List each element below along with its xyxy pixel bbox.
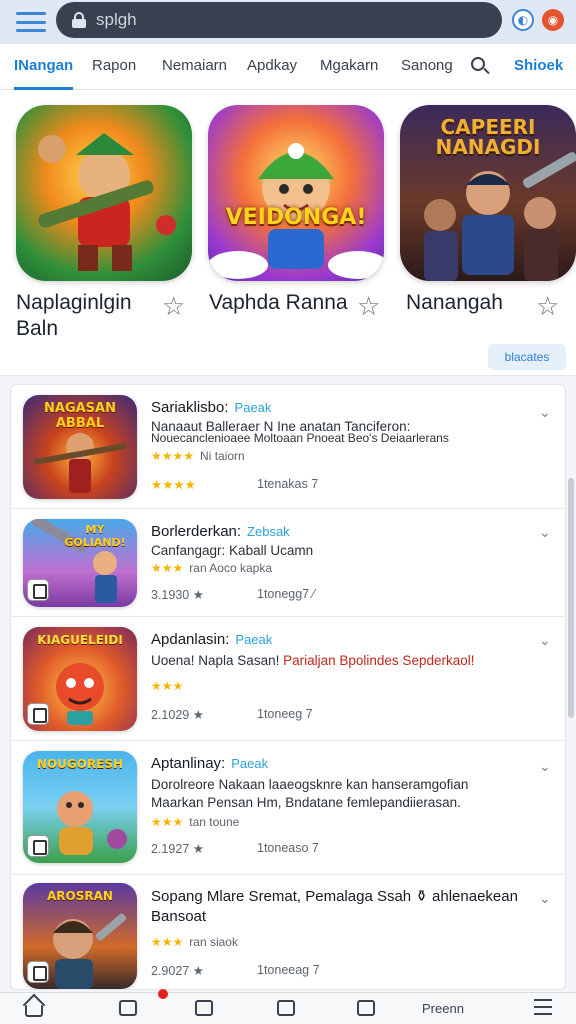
star-icon[interactable]: ☆ [357,294,380,320]
app-icon[interactable]: KIAGUELEIDI [23,627,137,731]
app-title: Sariaklisbo: Paeak [151,399,272,416]
home-icon[interactable] [22,993,46,1019]
mail-icon[interactable] [354,997,378,1019]
category-tabs: INangan Rapon Nemaiarn Apdkay Mgakarn Sa… [0,44,576,90]
app-badge-icon [27,961,49,983]
app-icon[interactable]: NAGASAN ABBAL [23,395,137,499]
featured-app-name: Naplaginlgin Baln [16,291,132,340]
notification-icon[interactable]: ◉ [542,9,564,31]
app-title: Borlerderkan: Zebsak [151,523,290,540]
app-installs: 1toneeag 7 [257,963,320,977]
app-rating: ★★★ [151,679,184,693]
featured-app-card[interactable]: CAPEERI NANAGDI [400,105,576,281]
list-item[interactable]: AROSRAN Sopang Mlare Sremat, Pemalaga Ss… [11,875,565,989]
app-description: Canfangagr: Kaball Ucamn [151,543,314,558]
account-icon[interactable]: ◐ [512,9,534,31]
star-icon[interactable]: ☆ [536,294,559,320]
chevron-down-icon[interactable]: ⌄ [539,891,551,907]
app-tag: Zebsak [247,524,290,539]
tab-apdkay[interactable]: Apdkay [247,44,297,90]
grid-icon[interactable] [192,997,216,1019]
chevron-down-icon[interactable]: ⌄ [539,525,551,541]
app-stars: 3.1930 ★ [151,588,204,602]
app-stars: 2.1029 ★ [151,708,204,722]
app-stars: 2.1927 ★ [151,842,204,856]
search-icon[interactable] [470,56,492,78]
app-description: Dorolreore Nakaan laaeogsknre kan hanser… [151,777,469,792]
chevron-down-icon[interactable]: ⌄ [539,633,551,649]
list-item[interactable]: NAGASAN ABBAL Sariaklisbo: Paeak Nanaaut … [11,385,565,509]
bookmark-icon[interactable] [116,997,140,1019]
details-button[interactable]: blacates [488,344,566,370]
app-icon[interactable]: MY GOLIAND! [23,519,137,607]
app-tag: Paeak [231,756,269,771]
lock-icon [72,12,86,28]
bottom-navigation: Preenn [0,989,576,1024]
app-tag: Paeak [234,400,272,415]
featured-app-card[interactable] [16,105,192,281]
featured-app-name: Nanangah [406,291,503,314]
app-rating: ★★★★ Ni taiorn [151,449,245,463]
app-badge-icon [27,703,49,725]
menu-icon[interactable] [534,999,552,1017]
app-icon[interactable]: AROSRAN [23,883,137,989]
tab-mgakarn[interactable]: Mgakarn [320,44,378,90]
featured-section: Naplaginlgin Baln ☆ VEIDONGA! Vaphda Ran… [0,90,576,376]
featured-app-name: Vaphda Ranna [209,291,348,314]
app-description: Maarkan Pensan Hm, Bndatane femlepandiie… [151,795,461,810]
app-title: Aptanlinay: Paeak [151,755,269,772]
app-installs: 1tenakas 7 [257,477,319,491]
app-installs: 1tonegg7 ⁄ [257,587,315,601]
list-item[interactable]: NOUGORESH Aptanlinay: Paeak Dorolreore Na… [11,741,565,875]
app-stars: ★★★★ [151,477,196,492]
app-title: Apdanlasin: Paeak [151,631,273,648]
app-description: Uoena! Napla Sasan! Parialjan Bpolindes … [151,653,475,668]
app-rating: ★★★ tan toune [151,815,240,829]
app-installs: 1toneaso 7 [257,841,319,855]
app-icon[interactable]: NOUGORESH [23,751,137,863]
edit-icon[interactable] [274,997,298,1019]
featured-art-text: CAPEERI NANAGDI [435,115,541,159]
app-rating: ★★★ ran Aoco kapka [151,561,273,575]
app-title: Sopang Mlare Sremat, Pemalaga Ssah ⚱ ahl… [151,888,518,925]
search-bar[interactable] [56,2,502,38]
featured-app-icon[interactable]: VEIDONGA! [208,105,384,281]
search-input[interactable] [96,10,456,30]
scrollbar[interactable] [568,478,574,718]
nav-label[interactable]: Preenn [422,1001,464,1016]
chevron-down-icon[interactable]: ⌄ [539,405,551,421]
list-item[interactable]: KIAGUELEIDI Apdanlasin: Paeak Uoena! Napl… [11,617,565,741]
top-bar: ◐ ◉ [0,0,576,44]
featured-app-card[interactable]: VEIDONGA! [208,105,384,281]
app-stars: 2.9027 ★ [151,964,204,978]
featured-app-icon[interactable] [16,105,192,281]
featured-art-text: VEIDONGA! [225,205,367,230]
list-item[interactable]: MY GOLIAND! Borlerderkan: Zebsak Canfanga… [11,509,565,617]
app-list: NAGASAN ABBAL Sariaklisbo: Paeak Nanaaut … [10,384,566,990]
tab-inangan[interactable]: INangan [14,44,74,90]
star-icon[interactable]: ☆ [162,294,185,320]
app-tag: Paeak [235,632,273,647]
menu-icon[interactable] [16,12,46,32]
app-installs: 1toneeg 7 [257,707,313,721]
tab-shioek[interactable]: Shioek [514,44,563,90]
app-badge-icon [27,579,49,601]
notification-dot [158,989,168,999]
featured-app-icon[interactable]: CAPEERI NANAGDI [400,105,576,281]
chevron-down-icon[interactable]: ⌄ [539,759,551,775]
app-rating: ★★★ ran siaok [151,935,238,949]
tab-nemaiarn[interactable]: Nemaiarn [162,44,227,90]
tab-rapon[interactable]: Rapon [92,44,136,90]
app-badge-icon [27,835,49,857]
app-description: Nouecanclenioaee Moltoaan Pnoeat Beo's D… [151,431,449,445]
app-promo-text: Parialjan Bpolindes Sepderkaol! [283,653,475,668]
tab-sanong[interactable]: Sanong [401,44,453,90]
